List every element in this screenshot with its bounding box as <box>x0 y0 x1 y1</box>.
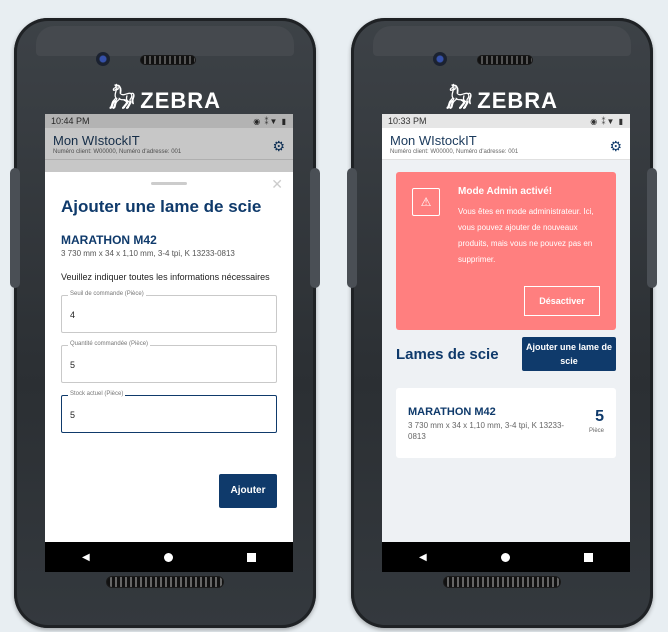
stock-quantity: 5 <box>595 408 604 425</box>
main-content: ⚠ Mode Admin activé! Vous êtes en mode a… <box>382 160 630 542</box>
field-label: Quantité commandée (Pièce) <box>68 341 151 347</box>
screen: 10:44 PM ◉ ⁑▼ ▮ Mon WIstockIT Numéro cli… <box>45 114 293 572</box>
current-stock-field[interactable]: Stock actuel (Pièce) 5 <box>61 391 277 433</box>
add-blade-button[interactable]: Ajouter une lame de scie <box>522 337 616 371</box>
recent-icon[interactable] <box>246 552 256 562</box>
field-label: Stock actuel (Pièce) <box>68 391 126 397</box>
section-title: Lames de scie <box>396 346 499 363</box>
alert-text: Vous êtes en mode administrateur. Ici, v… <box>458 207 594 264</box>
nav-bar: ◀ <box>45 542 293 572</box>
bottom-speaker-grille <box>443 576 561 588</box>
close-icon[interactable]: ✕ <box>271 176 283 193</box>
gear-icon[interactable]: ⚙ <box>272 138 285 155</box>
status-time: 10:33 PM <box>388 116 427 126</box>
app-subtitle: Numéro client: W00000, Numéro d'adresse:… <box>53 149 182 155</box>
back-icon[interactable]: ◀ <box>82 552 90 563</box>
status-time: 10:44 PM <box>51 116 90 126</box>
gear-icon[interactable]: ⚙ <box>609 138 622 155</box>
device-left: 𓃗 ZEBRA 10:44 PM ◉ ⁑▼ ▮ Mon WIstockIT Num… <box>10 18 320 628</box>
status-icons: ◉ ⁑▼ ▮ <box>253 116 287 126</box>
app-bar: Mon WIstockIT Numéro client: W00000, Num… <box>382 128 630 160</box>
field-value: 5 <box>70 360 76 370</box>
field-label: Seuil de commande (Pièce) <box>68 291 146 297</box>
status-icons: ◉ ⁑▼ ▮ <box>590 116 624 126</box>
status-bar: 10:44 PM ◉ ⁑▼ ▮ <box>45 114 293 128</box>
home-icon[interactable] <box>500 552 510 562</box>
alert-title: Mode Admin activé! <box>458 186 553 197</box>
ordered-quantity-field[interactable]: Quantité commandée (Pièce) 5 <box>61 341 277 383</box>
side-bumper <box>647 168 657 288</box>
reorder-threshold-field[interactable]: Seuil de commande (Pièce) 4 <box>61 291 277 333</box>
brand-name: ZEBRA <box>140 88 222 113</box>
add-button[interactable]: Ajouter <box>219 474 277 508</box>
brand-logo: 𓃗 ZEBRA <box>14 80 316 116</box>
nav-bar: ◀ <box>382 542 630 572</box>
app-bar: Mon WIstockIT Numéro client: W00000, Num… <box>45 128 293 160</box>
deactivate-button[interactable]: Désactiver <box>524 286 600 316</box>
back-icon[interactable]: ◀ <box>419 552 427 563</box>
bottom-sheet: ✕ Ajouter une lame de scie MARATHON M42 … <box>45 172 293 542</box>
app-subtitle: Numéro client: W00000, Numéro d'adresse:… <box>390 149 519 155</box>
bottom-speaker-grille <box>106 576 224 588</box>
product-description: 3 730 mm x 34 x 1,10 mm, 3-4 tpi, K 1323… <box>408 421 565 441</box>
product-card[interactable]: MARATHON M42 3 730 mm x 34 x 1,10 mm, 3-… <box>396 388 616 458</box>
side-bumper <box>310 168 320 288</box>
home-icon[interactable] <box>163 552 173 562</box>
zebra-logo-icon: 𓃗 <box>445 88 474 113</box>
device-top-cap <box>373 26 631 56</box>
device-top-cap <box>36 26 294 56</box>
product-name: MARATHON M42 <box>408 406 496 418</box>
field-value: 5 <box>70 410 76 420</box>
camera-icon <box>96 52 110 66</box>
quantity-unit: Pièce <box>588 428 604 434</box>
product-name: MARATHON M42 <box>61 233 157 247</box>
speaker-grille <box>477 55 533 65</box>
app-title: Mon WIstockIT <box>53 133 140 148</box>
admin-mode-alert: ⚠ Mode Admin activé! Vous êtes en mode a… <box>396 172 616 330</box>
product-description: 3 730 mm x 34 x 1,10 mm, 3-4 tpi, K 1323… <box>61 249 235 258</box>
app-title: Mon WIstockIT <box>390 133 477 148</box>
zebra-logo-icon: 𓃗 <box>108 88 137 113</box>
field-value: 4 <box>70 310 76 320</box>
speaker-grille <box>140 55 196 65</box>
screen: 10:33 PM ◉ ⁑▼ ▮ Mon WIstockIT Numéro cli… <box>382 114 630 572</box>
side-bumper <box>10 168 20 288</box>
sheet-title: Ajouter une lame de scie <box>61 197 262 216</box>
status-bar: 10:33 PM ◉ ⁑▼ ▮ <box>382 114 630 128</box>
instructions-text: Veuillez indiquer toutes les information… <box>61 272 270 282</box>
warning-icon: ⚠ <box>412 188 440 216</box>
device-right: 𓃗 ZEBRA 10:33 PM ◉ ⁑▼ ▮ Mon WIstockIT Num… <box>347 18 657 628</box>
sheet-drag-handle[interactable] <box>151 182 187 185</box>
side-bumper <box>347 168 357 288</box>
camera-icon <box>433 52 447 66</box>
brand-logo: 𓃗 ZEBRA <box>351 80 653 116</box>
recent-icon[interactable] <box>583 552 593 562</box>
brand-name: ZEBRA <box>477 88 559 113</box>
